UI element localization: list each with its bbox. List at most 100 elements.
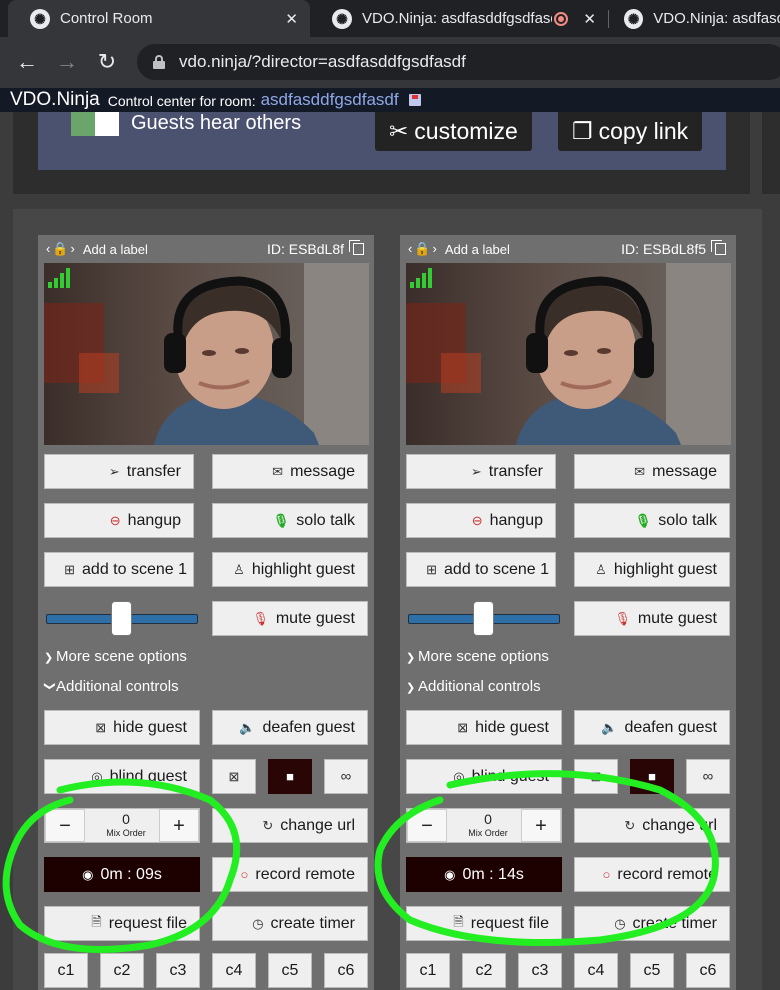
solo-talk-button[interactable]: 🎙 solo talk — [212, 503, 368, 538]
guest-label[interactable]: Add a label — [83, 242, 148, 257]
record-remote-button[interactable]: ○ record remote — [212, 857, 368, 892]
channel-c5-button[interactable]: c5 — [268, 953, 312, 988]
user-icon: ♙ — [233, 561, 245, 577]
message-button[interactable]: ✉ message — [574, 454, 730, 489]
tab-close-icon[interactable]: ✕ — [583, 10, 596, 28]
add-to-scene-button[interactable]: ⊞ add to scene 1 — [406, 552, 556, 587]
create-timer-button[interactable]: ◷ create timer — [212, 906, 368, 941]
copy-link-button[interactable]: ❐ copy link — [558, 112, 703, 151]
highlight-guest-button[interactable]: ♙ highlight guest — [574, 552, 730, 587]
save-room-icon[interactable] — [408, 94, 421, 106]
hide-guest-button[interactable]: ⊠ hide guest — [44, 710, 200, 745]
mute-guest-button[interactable]: 🎙 mute guest — [574, 601, 730, 636]
glasses-toggle[interactable]: ∞ — [324, 759, 368, 794]
transfer-button[interactable]: ➢ transfer — [44, 454, 194, 489]
request-file-label: request file — [470, 914, 549, 932]
reorder-lock-icon[interactable]: ‹🔒› — [46, 241, 77, 257]
recording-timer-button[interactable]: ◉ 0m : 14s — [406, 857, 562, 892]
deafen-guest-button[interactable]: 🔈 deafen guest — [574, 710, 730, 745]
volume-slider-thumb[interactable] — [473, 601, 494, 636]
channel-c1-button[interactable]: c1 — [406, 953, 450, 988]
customize-label: customize — [414, 118, 518, 144]
tab-close-icon[interactable]: ✕ — [285, 10, 298, 28]
change-url-button[interactable]: ↻ change url — [574, 808, 730, 843]
solo-talk-button[interactable]: 🎙 solo talk — [574, 503, 730, 538]
chevron-right-icon: ❯ — [44, 652, 54, 664]
plus-square-icon: ⊞ — [64, 561, 76, 577]
copy-id-icon[interactable] — [711, 240, 726, 255]
room-settings-panel: Guests hear others ✂ customize ❐ copy li… — [13, 112, 750, 194]
deafen-guest-button[interactable]: 🔈 deafen guest — [212, 710, 368, 745]
video-on-toggle[interactable]: ■ — [630, 759, 674, 794]
change-url-label: change url — [642, 816, 717, 834]
channel-c2-button[interactable]: c2 — [100, 953, 144, 988]
channel-c5-button[interactable]: c5 — [630, 953, 674, 988]
mute-guest-button[interactable]: 🎙 mute guest — [212, 601, 368, 636]
video-off-toggle[interactable]: ⊠ — [212, 759, 256, 794]
channel-c3-button[interactable]: c3 — [156, 953, 200, 988]
tab-control-room[interactable]: ✺ Control Room ✕ — [8, 0, 310, 37]
create-timer-button[interactable]: ◷ create timer — [574, 906, 730, 941]
channel-c2-button[interactable]: c2 — [462, 953, 506, 988]
mix-order-increase-button[interactable]: + — [521, 809, 561, 842]
channel-c6-button[interactable]: c6 — [686, 953, 730, 988]
blind-guest-button[interactable]: ◎ blind guest — [44, 759, 200, 794]
reorder-lock-icon[interactable]: ‹🔒› — [408, 241, 439, 257]
address-bar[interactable]: vdo.ninja/?director=asdfasddfgsdfasdf — [137, 44, 780, 80]
channel-c3-button[interactable]: c3 — [518, 953, 562, 988]
guests-hear-others-toggle[interactable] — [71, 112, 119, 136]
mix-order-decrease-button[interactable]: − — [45, 809, 85, 842]
add-to-scene-button[interactable]: ⊞ add to scene 1 — [44, 552, 194, 587]
hangup-button[interactable]: ⊖ hangup — [44, 503, 194, 538]
tab-title: VDO.Ninja: asdfasd — [653, 10, 780, 27]
mix-order-label: Mix Order — [468, 828, 508, 838]
hangup-button[interactable]: ⊖ hangup — [406, 503, 556, 538]
mix-order-increase-button[interactable]: + — [159, 809, 199, 842]
highlight-guest-button[interactable]: ♙ highlight guest — [212, 552, 368, 587]
channel-c4-button[interactable]: c4 — [212, 953, 256, 988]
room-settings-inner: Guests hear others ✂ customize ❐ copy li… — [38, 112, 726, 170]
hide-guest-button[interactable]: ⊠ hide guest — [406, 710, 562, 745]
glasses-toggle[interactable]: ∞ — [686, 759, 730, 794]
more-scene-label: More scene options — [56, 648, 187, 665]
tab-vdo-ninja-1[interactable]: ✺ VDO.Ninja: asdfasddfgsdfasd ✕ — [310, 0, 608, 37]
guest-label[interactable]: Add a label — [445, 242, 510, 257]
volume-slider-thumb[interactable] — [111, 601, 132, 636]
back-arrow-icon[interactable]: ← — [14, 49, 40, 75]
envelope-icon: ✉ — [272, 463, 284, 479]
tab-vdo-ninja-2[interactable]: ✺ VDO.Ninja: asdfasd — [608, 0, 780, 37]
video-off-toggle[interactable]: ⊠ — [574, 759, 618, 794]
more-scene-options-toggle[interactable]: ❯ More scene options — [406, 648, 549, 665]
mix-order-decrease-button[interactable]: − — [407, 809, 447, 842]
more-scene-options-toggle[interactable]: ❯ More scene options — [44, 648, 187, 665]
blind-guest-button[interactable]: ◎ blind guest — [406, 759, 562, 794]
forward-arrow-icon[interactable]: → — [54, 49, 80, 75]
browser-toolbar: ← → ↻ vdo.ninja/?director=asdfasddfgsdfa… — [0, 37, 780, 88]
mute-guest-label: mute guest — [275, 609, 355, 627]
record-remote-label: record remote — [255, 865, 355, 883]
channel-c1-button[interactable]: c1 — [44, 953, 88, 988]
tab-title: Control Room — [60, 10, 153, 27]
copy-id-icon[interactable] — [349, 240, 364, 255]
transfer-button[interactable]: ➢ transfer — [406, 454, 556, 489]
channel-c4-button[interactable]: c4 — [574, 953, 618, 988]
video-on-toggle[interactable]: ■ — [268, 759, 312, 794]
hangup-icon: ⊖ — [471, 512, 483, 528]
mix-order-value: 0 — [122, 811, 130, 827]
request-file-button[interactable]: 🗎 request file — [44, 906, 200, 941]
message-button[interactable]: ✉ message — [212, 454, 368, 489]
guest-card: ‹🔒› Add a label ID: ESBdL8f ➢ transfer ✉… — [38, 235, 374, 990]
volume-slider[interactable] — [406, 601, 562, 636]
reload-icon[interactable]: ↻ — [94, 49, 120, 75]
change-url-button[interactable]: ↻ change url — [212, 808, 368, 843]
volume-slider[interactable] — [44, 601, 200, 636]
guest-video[interactable] — [406, 263, 731, 445]
record-remote-button[interactable]: ○ record remote — [574, 857, 730, 892]
customize-button[interactable]: ✂ customize — [375, 112, 532, 151]
additional-controls-toggle[interactable]: ❯Additional controls — [44, 678, 179, 695]
guest-video[interactable] — [44, 263, 369, 445]
additional-controls-toggle[interactable]: ❯Additional controls — [406, 678, 541, 695]
channel-c6-button[interactable]: c6 — [324, 953, 368, 988]
recording-timer-button[interactable]: ◉ 0m : 09s — [44, 857, 200, 892]
request-file-button[interactable]: 🗎 request file — [406, 906, 562, 941]
